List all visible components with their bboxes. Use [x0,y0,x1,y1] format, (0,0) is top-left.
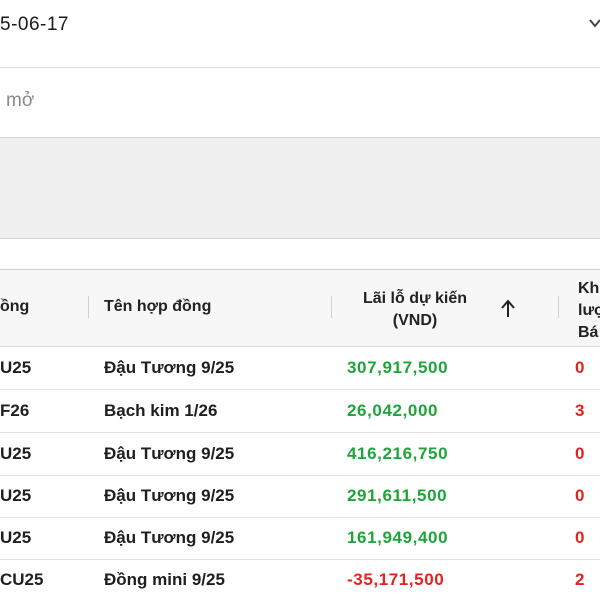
quantity: 0 [575,358,585,377]
table-row[interactable]: CU25 Đồng mini 9/25 -35,171,500 2 [0,559,600,600]
column-divider [558,296,559,318]
expected-pl: 161,949,400 [347,528,449,547]
table-row[interactable]: U25 Đậu Tương 9/25 291,611,500 0 [0,475,600,518]
contract-name: Đồng mini 9/25 [104,570,225,589]
contract-name: Đậu Tương 9/25 [104,486,235,505]
quantity: 0 [575,528,585,547]
date-picker[interactable]: 5-06-17 [0,0,600,62]
empty-panel [0,137,600,239]
column-header-pl-line1: Lãi lỗ dự kiến [362,290,468,307]
expected-pl: -35,171,500 [347,570,445,589]
column-divider [331,296,332,318]
contract-name: Đậu Tương 9/25 [104,444,235,463]
contract-code: U25 [0,444,32,463]
table-row[interactable]: U25 Đậu Tương 9/25 416,216,750 0 [0,433,600,476]
expected-pl: 307,917,500 [347,358,449,377]
status-filter-value: mở [6,90,35,111]
contract-code: U25 [0,486,32,505]
column-header-name[interactable]: Tên hợp đồng [104,298,211,316]
column-header-qty-line2: lượ [578,302,600,319]
table-row[interactable]: F26 Bạch kim 1/26 26,042,000 3 [0,390,600,433]
status-filter-field[interactable]: mở [0,67,600,136]
expected-pl: 416,216,750 [347,444,449,463]
screen: 5-06-17 mở ồng Tên hợp đồng Lãi lỗ dự ki… [0,0,600,600]
contract-name: Đậu Tương 9/25 [104,528,235,547]
column-header-pl[interactable]: Lãi lỗ dự kiến (VND) [358,288,472,332]
date-value: 5-06-17 [0,14,69,35]
expected-pl: 291,611,500 [347,486,448,505]
contract-code: F26 [0,401,30,420]
column-header-code[interactable]: ồng [0,298,29,316]
column-header-qty[interactable]: Kh lượ Bá [578,278,600,344]
table-row[interactable]: U25 Đậu Tương 9/25 161,949,400 0 [0,517,600,560]
contract-code: U25 [0,358,32,377]
chevron-down-icon[interactable] [588,16,600,30]
contract-name: Bạch kim 1/26 [104,401,218,420]
quantity: 3 [575,401,585,420]
expected-pl: 26,042,000 [347,401,439,420]
table-row[interactable]: U25 Đậu Tương 9/25 307,917,500 0 [0,347,600,390]
column-header-pl-line2: (VND) [392,312,438,329]
arrow-up-icon[interactable] [499,299,517,319]
column-header-qty-line1: Kh [578,280,600,297]
quantity: 0 [575,444,585,463]
column-divider [88,296,89,318]
contract-code: CU25 [0,570,44,589]
contract-name: Đậu Tương 9/25 [104,358,235,377]
quantity: 0 [575,486,585,505]
quantity: 2 [575,570,585,589]
contract-code: U25 [0,528,32,547]
column-header-qty-line3: Bá [578,324,599,341]
positions-table: ồng Tên hợp đồng Lãi lỗ dự kiến (VND) Kh… [0,269,600,600]
table-header: ồng Tên hợp đồng Lãi lỗ dự kiến (VND) Kh… [0,270,600,347]
